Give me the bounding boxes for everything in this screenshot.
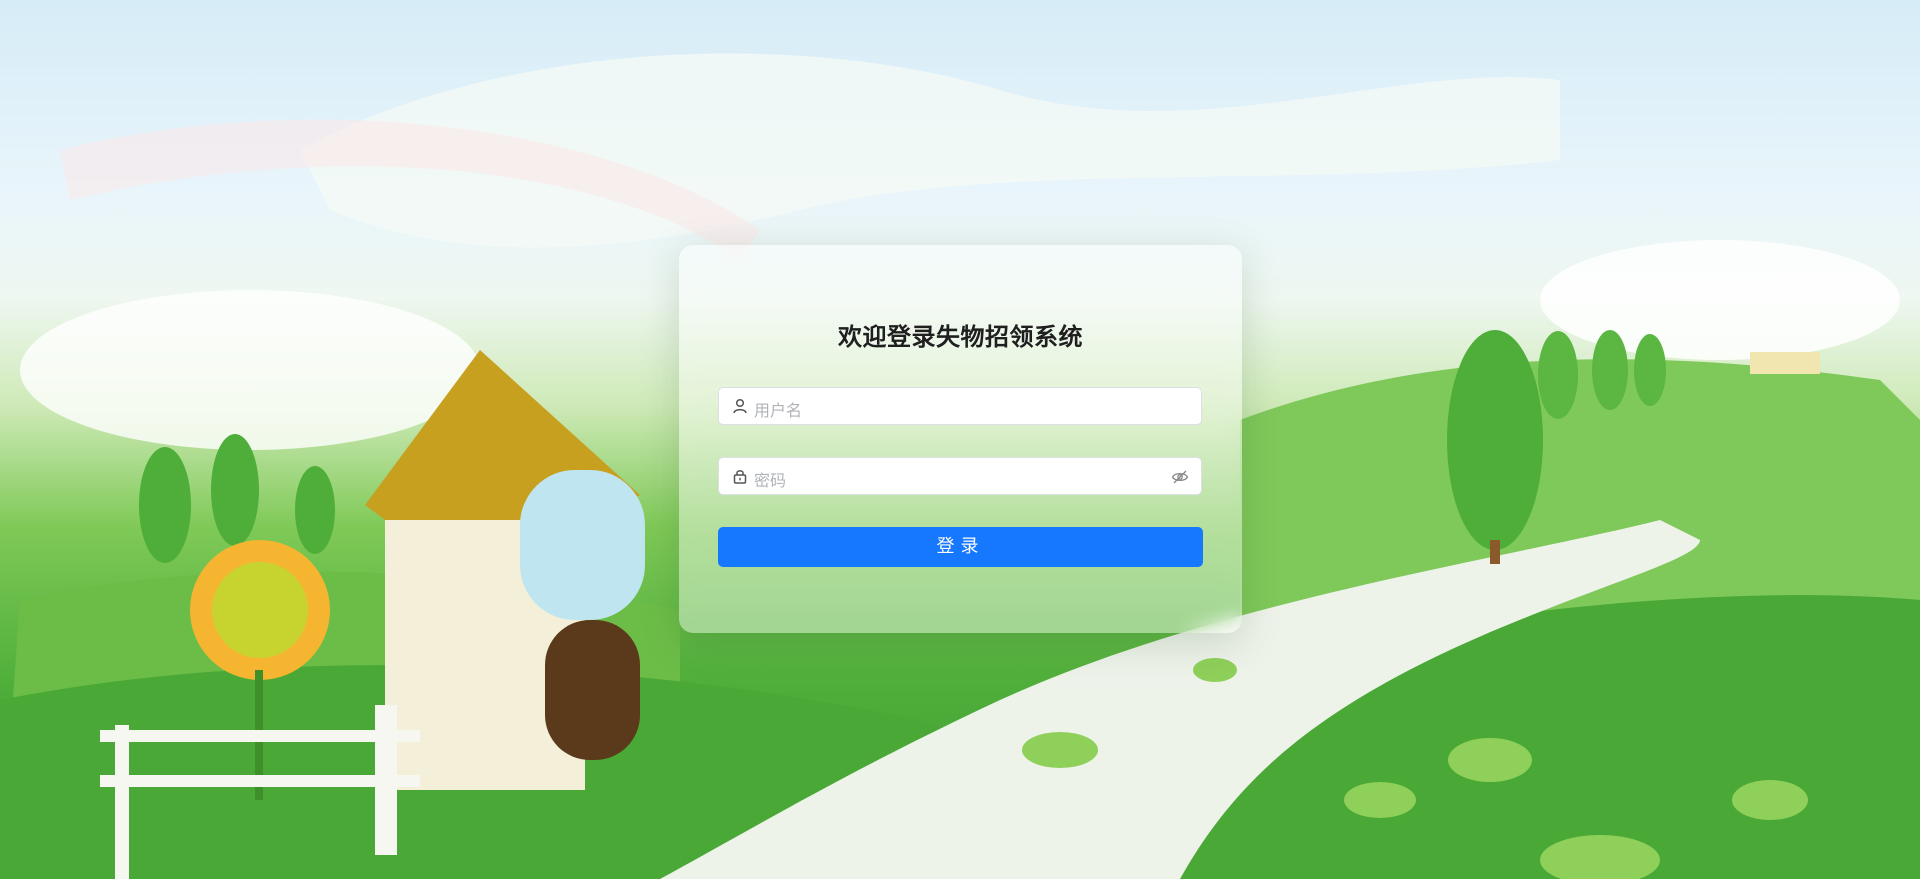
user-icon bbox=[732, 398, 748, 414]
username-field[interactable]: 用户名 bbox=[718, 387, 1202, 425]
eye-off-icon[interactable] bbox=[1171, 469, 1189, 485]
username-placeholder: 用户名 bbox=[754, 401, 803, 420]
password-placeholder: 密码 bbox=[754, 471, 787, 490]
login-card: 欢迎登录失物招领系统 用户名 密码 登录 bbox=[679, 245, 1242, 633]
password-field[interactable]: 密码 bbox=[718, 457, 1202, 495]
lock-icon bbox=[732, 468, 748, 484]
login-title: 欢迎登录失物招领系统 bbox=[838, 323, 1083, 351]
login-button[interactable]: 登录 bbox=[718, 527, 1203, 567]
